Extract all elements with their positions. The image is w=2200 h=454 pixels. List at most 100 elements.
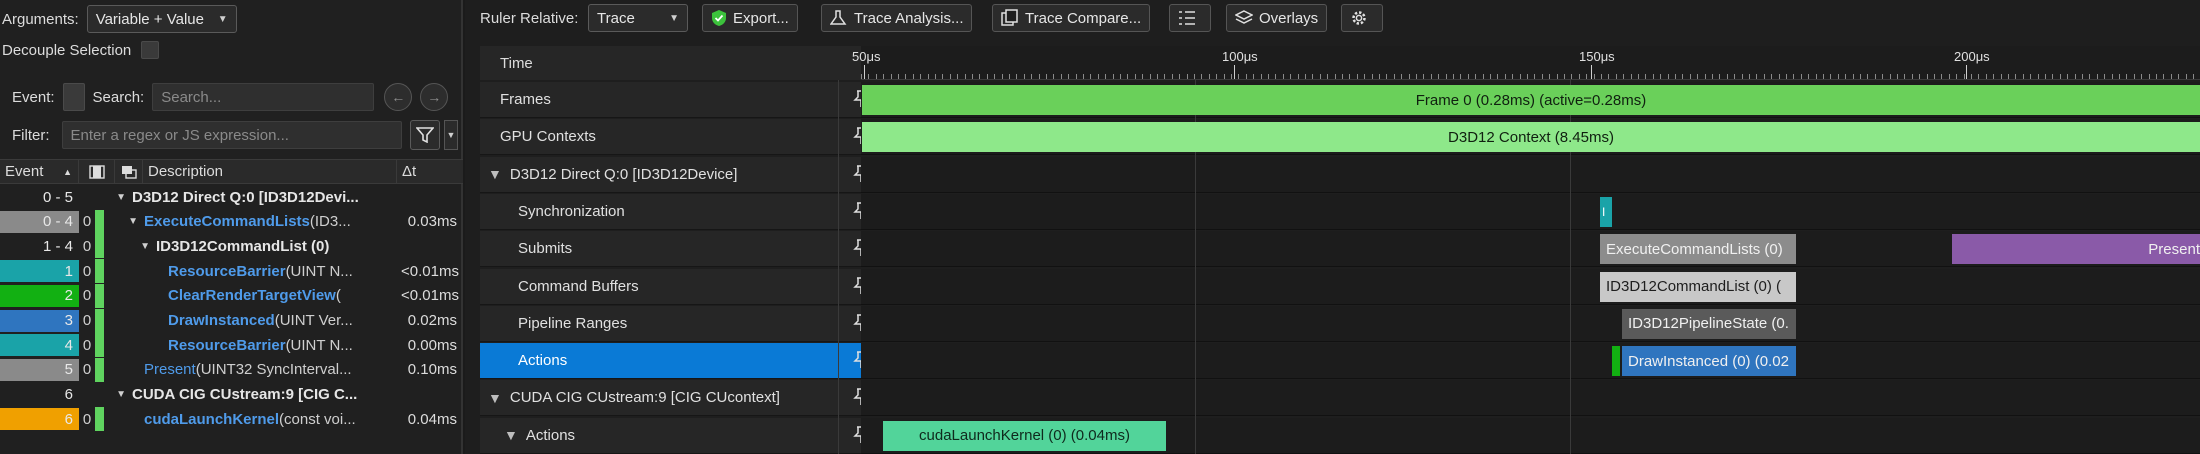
event-index: 1	[0, 260, 79, 283]
arrow-right-icon[interactable]: →	[420, 83, 449, 111]
column-event[interactable]: Event ▲	[0, 160, 79, 183]
ruler-tick	[1793, 74, 1795, 79]
lane-label[interactable]: GPU Contexts	[480, 119, 875, 156]
indent: ▼	[104, 241, 156, 252]
filter-icon[interactable]	[409, 120, 440, 150]
list-view-button[interactable]	[1169, 4, 1211, 32]
event-name: D3D12 Direct Q:0 [ID3D12Devi...	[132, 188, 359, 206]
table-row[interactable]: 2 0 ClearRenderTargetView(<0.01ms	[0, 283, 463, 308]
chevron-down-icon[interactable]: ▼	[116, 389, 126, 400]
indent: ▼	[104, 216, 144, 227]
function-name[interactable]: ResourceBarrier	[168, 337, 286, 354]
draw-instanced-event[interactable]: DrawInstanced (0) (0.02	[1622, 346, 1796, 377]
list-icon	[1179, 11, 1195, 25]
table-row[interactable]: 0 - 4 0 ▼ ExecuteCommandLists (ID3... 0.03ms	[0, 209, 463, 234]
ruler-tick	[1985, 74, 1987, 79]
column-description[interactable]: Description	[143, 160, 397, 183]
function-name[interactable]: ResourceBarrier	[168, 263, 286, 280]
table-row[interactable]: 5 0 Present (UINT32 SyncInterval... 0.10ms	[0, 357, 463, 382]
lane-label[interactable]: ▼ D3D12 Direct Q:0 [ID3D12Device]	[480, 156, 875, 193]
function-name[interactable]: DrawInstanced	[168, 312, 275, 329]
decouple-checkbox[interactable]	[141, 41, 160, 59]
lane-label[interactable]: ▼ Actions	[480, 417, 875, 454]
sync-event[interactable]: I	[1600, 196, 1612, 227]
table-row[interactable]: 4 0 ResourceBarrier (UINT N... 0.00ms	[0, 333, 463, 358]
ruler-tick	[1941, 74, 1943, 79]
present-event[interactable]: Present	[1952, 234, 2200, 265]
ruler-tick	[2178, 74, 2180, 79]
function-name[interactable]: Present	[144, 361, 196, 378]
lane-label[interactable]: ▼ CUDA CIG CUstream:9 [CIG CUcontext]	[480, 380, 875, 417]
table-row[interactable]: 3 0 DrawInstanced (UINT Ver... 0.02ms	[0, 308, 463, 333]
chevron-down-icon[interactable]: ▼	[128, 216, 138, 227]
ruler-tick	[1068, 74, 1070, 79]
arrow-left-icon[interactable]: ←	[384, 83, 413, 111]
settings-button[interactable]	[1341, 4, 1383, 32]
export-button[interactable]: Export...	[702, 4, 798, 32]
trace-compare-button[interactable]: Trace Compare...	[992, 4, 1151, 32]
ruler-tick	[2126, 74, 2128, 79]
ruler-tick	[1149, 74, 1151, 79]
event-name: ID3D12CommandList (0)	[156, 237, 330, 255]
chevron-down-icon[interactable]: ▼	[504, 427, 518, 443]
frame-event[interactable]: Frame 0 (0.28ms) (active=0.28ms)	[862, 85, 2200, 115]
ruler-tick-label: 200μs	[1954, 49, 1990, 64]
lane-name: Frames	[500, 91, 551, 108]
cuda-launch-kernel-event[interactable]: cudaLaunchKernel (0) (0.04ms)	[883, 420, 1166, 451]
table-row[interactable]: 6 0 cudaLaunchKernel (const voi... 0.04ms	[0, 407, 463, 432]
clear-rtv-event[interactable]	[1612, 346, 1620, 377]
lane-track[interactable]	[861, 343, 2200, 380]
lane-label[interactable]: Actions	[480, 343, 875, 380]
chevron-down-icon[interactable]: ▼	[488, 166, 502, 182]
lane-label[interactable]: Frames	[480, 82, 875, 118]
function-name[interactable]: cudaLaunchKernel	[144, 411, 279, 428]
ruler-tick	[1194, 74, 1195, 79]
column-dt[interactable]: Δt	[397, 160, 463, 183]
overlays-button[interactable]: Overlays	[1226, 4, 1328, 32]
execute-command-lists-event[interactable]: ExecuteCommandLists (0)	[1600, 234, 1796, 265]
search-input[interactable]: Search...	[152, 83, 375, 111]
lane-track[interactable]	[861, 268, 2200, 305]
film-icon[interactable]	[79, 160, 115, 183]
chevron-down-icon[interactable]: ▼	[116, 192, 126, 203]
function-name[interactable]: ExecuteCommandLists	[144, 213, 310, 230]
table-row[interactable]: 1 - 4 0 ▼ ID3D12CommandList (0)	[0, 234, 463, 259]
lane-label[interactable]: Pipeline Ranges	[480, 305, 875, 342]
ruler-tick	[1083, 74, 1084, 79]
chevron-down-icon[interactable]: ▼	[443, 120, 459, 150]
lane-track[interactable]	[861, 156, 2200, 193]
table-row[interactable]: 0 - 5 ▼ D3D12 Direct Q:0 [ID3D12Devi...	[0, 185, 463, 209]
lane-label[interactable]: Command Buffers	[480, 268, 875, 305]
lane-track[interactable]	[861, 380, 2200, 417]
lane-name: Command Buffers	[518, 277, 639, 295]
ruler-tick	[1009, 74, 1010, 79]
command-list-event[interactable]: ID3D12CommandList (0) (	[1600, 271, 1796, 302]
bookmark-count: 0	[82, 287, 92, 305]
trace-analysis-label: Trace Analysis...	[854, 9, 964, 27]
ruler-tick	[1763, 74, 1765, 79]
event-index-input[interactable]	[62, 83, 85, 111]
filter-input[interactable]: Enter a regex or JS expression...	[61, 121, 402, 149]
lane-label[interactable]: Submits	[480, 231, 875, 268]
ruler-tick	[1364, 74, 1366, 79]
table-row[interactable]: 1 0 ResourceBarrier (UINT N... <0.01ms	[0, 259, 463, 284]
chevron-down-icon[interactable]: ▼	[140, 241, 150, 252]
ruler-tick	[1697, 74, 1699, 79]
arguments-dropdown[interactable]: Variable + Value ▼	[86, 5, 237, 33]
lane-label[interactable]: Synchronization	[480, 193, 875, 230]
chevron-down-icon[interactable]: ▼	[488, 390, 502, 406]
trace-analysis-button[interactable]: Trace Analysis...	[821, 4, 973, 32]
timeline-toolbar: Ruler Relative: Trace ▼ Export... Trace …	[465, 0, 2200, 36]
function-name[interactable]: ClearRenderTargetView	[168, 287, 336, 304]
time-ruler[interactable]: 50μs 100μs 150μs 200μs	[852, 46, 2200, 80]
ruler-tick-label: 100μs	[1222, 49, 1258, 64]
ruler-tick	[1630, 74, 1632, 79]
gpu-context-event[interactable]: D3D12 Context (8.45ms)	[862, 122, 2200, 153]
lane-track[interactable]	[861, 193, 2200, 230]
pipeline-state-event[interactable]: ID3D12PipelineState (0.	[1622, 308, 1796, 339]
marker-icon[interactable]	[115, 160, 143, 183]
table-row[interactable]: 6 ▼ CUDA CIG CUstream:9 [CIG C...	[0, 383, 463, 407]
ruler-tick	[1408, 74, 1410, 79]
ruler-relative-dropdown[interactable]: Trace ▼	[588, 4, 688, 32]
lane-track[interactable]	[861, 305, 2200, 342]
